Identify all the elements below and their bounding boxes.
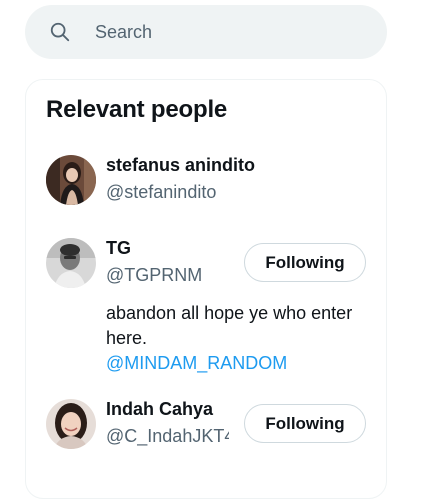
- person-handle[interactable]: @stefanindito: [106, 182, 216, 203]
- person-name[interactable]: TG: [106, 238, 131, 259]
- card-title: Relevant people: [46, 96, 228, 123]
- following-button[interactable]: Following: [244, 404, 366, 443]
- person-name[interactable]: Indah Cahya: [106, 399, 213, 420]
- person-name[interactable]: stefanus anindito: [106, 155, 255, 176]
- avatar[interactable]: [46, 238, 96, 288]
- following-button[interactable]: Following: [244, 243, 366, 282]
- person-handle[interactable]: @C_IndahJKT48: [106, 426, 229, 447]
- bio-text: abandon all hope ye who enter here.: [106, 303, 353, 348]
- person-stefanus-anindito[interactable]: stefanus anindito @stefanindito: [46, 155, 366, 207]
- bio-mention-link[interactable]: @MINDAM_RANDOM: [106, 353, 287, 373]
- person-handle[interactable]: @TGPRNM: [106, 265, 202, 286]
- search-icon: [50, 22, 70, 42]
- search-bar[interactable]: [25, 5, 387, 59]
- person-tg[interactable]: TG @TGPRNM Following abandon all hope ye…: [46, 238, 366, 373]
- person-bio: abandon all hope ye who enter here. @MIN…: [106, 301, 361, 376]
- search-input[interactable]: [95, 18, 365, 46]
- avatar[interactable]: [46, 155, 96, 205]
- person-indah-cahya[interactable]: Indah Cahya @C_IndahJKT48 Following: [46, 399, 366, 451]
- relevant-people-card: Relevant people stefanus anindito @stefa…: [25, 79, 387, 499]
- avatar[interactable]: [46, 399, 96, 449]
